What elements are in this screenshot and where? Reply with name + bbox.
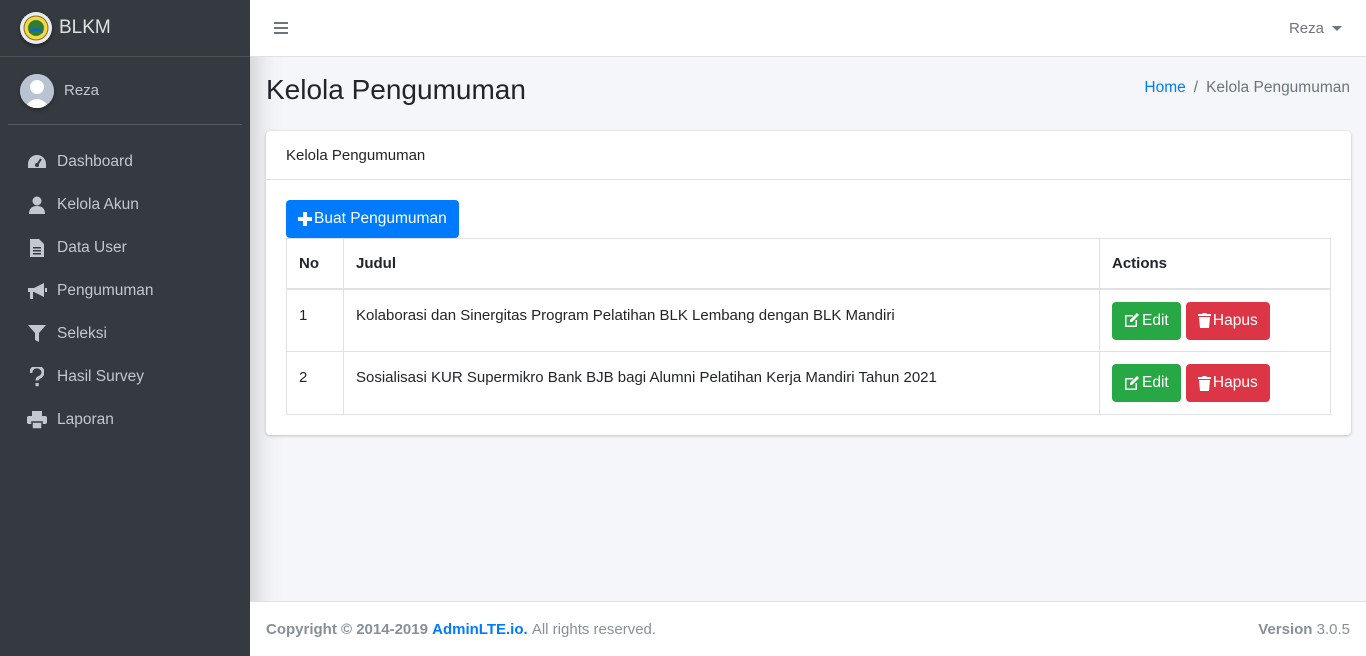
top-navbar: Reza xyxy=(250,0,1366,57)
announcement-card: Kelola Pengumuman Buat Pengumuman No Jud… xyxy=(266,131,1351,435)
sidebar-item-label: Kelola Akun xyxy=(57,195,139,213)
sidebar-item-hasil-survey[interactable]: Hasil Survey xyxy=(8,355,242,398)
bullhorn-icon xyxy=(26,281,48,301)
sidebar-nav: Dashboard Kelola Akun Data User Pengumum… xyxy=(0,140,250,441)
edit-label: Edit xyxy=(1142,374,1169,391)
trash-icon xyxy=(1197,313,1211,328)
column-header-judul: Judul xyxy=(343,238,1100,290)
table-row: 2 Sosialisasi KUR Supermikro Bank BJB ba… xyxy=(286,351,1331,415)
user-icon xyxy=(26,195,48,215)
page-title: Kelola Pengumuman xyxy=(266,74,526,105)
breadcrumb-current: Kelola Pengumuman xyxy=(1206,79,1350,96)
sidebar-item-label: Data User xyxy=(57,238,127,256)
edit-icon xyxy=(1125,375,1139,390)
sidebar-item-label: Hasil Survey xyxy=(57,367,144,385)
create-announcement-button[interactable]: Buat Pengumuman xyxy=(286,200,459,238)
brand-logo-icon xyxy=(20,12,52,44)
sidebar-user-name: Reza xyxy=(64,82,100,99)
cell-actions: Edit Hapus xyxy=(1099,288,1331,352)
table-row: 1 Kolaborasi dan Sinergitas Program Pela… xyxy=(286,288,1331,352)
table-header-row: No Judul Actions xyxy=(286,238,1331,290)
user-dropdown[interactable]: Reza xyxy=(1289,20,1342,37)
footer-version-number: 3.0.5 xyxy=(1316,620,1350,638)
edit-button[interactable]: Edit xyxy=(1112,301,1181,340)
delete-label: Hapus xyxy=(1212,311,1258,329)
user-dropdown-label: Reza xyxy=(1288,20,1324,37)
filter-icon xyxy=(26,324,48,344)
edit-icon xyxy=(1125,313,1139,327)
edit-button[interactable]: Edit xyxy=(1112,364,1181,402)
sidebar-item-data-user[interactable]: Data User xyxy=(8,226,242,269)
cell-judul: Sosialisasi KUR Supermikro Bank BJB bagi… xyxy=(343,351,1100,415)
footer-adminlte-link[interactable]: AdminLTE.io. xyxy=(432,621,528,638)
breadcrumb-separator: / xyxy=(1193,79,1199,96)
avatar xyxy=(20,73,54,108)
sidebar-item-label: Laporan xyxy=(57,410,114,428)
print-icon xyxy=(26,410,48,430)
create-announcement-label: Buat Pengumuman xyxy=(314,210,447,227)
footer: Copyright © 2014-2019 AdminLTE.io. All r… xyxy=(250,601,1366,656)
footer-version-label: Version xyxy=(1258,620,1313,638)
delete-label: Hapus xyxy=(1212,374,1258,391)
delete-button[interactable]: Hapus xyxy=(1185,364,1270,402)
file-icon xyxy=(26,238,48,258)
cell-no: 1 xyxy=(286,288,344,352)
menu-toggle-icon[interactable] xyxy=(274,22,288,34)
brand-link[interactable]: BLKM xyxy=(0,0,250,57)
sidebar-item-kelola-akun[interactable]: Kelola Akun xyxy=(8,183,242,226)
sidebar-item-label: Dashboard xyxy=(57,152,133,170)
sidebar-item-pengumuman[interactable]: Pengumuman xyxy=(8,269,242,312)
sidebar-item-seleksi[interactable]: Seleksi xyxy=(8,312,242,355)
brand-name: BLKM xyxy=(59,17,111,38)
column-header-no: No xyxy=(286,238,344,290)
user-panel[interactable]: Reza xyxy=(8,57,242,125)
announcement-table: No Judul Actions 1 Kolaborasi dan Sinerg… xyxy=(286,238,1331,415)
breadcrumb-home-link[interactable]: Home xyxy=(1144,79,1185,97)
footer-copyright: Copyright © 2014-2019 xyxy=(266,620,428,638)
cell-judul: Kolaborasi dan Sinergitas Program Pelati… xyxy=(343,288,1100,352)
breadcrumb: Home / Kelola Pengumuman xyxy=(1144,79,1350,97)
column-header-actions: Actions xyxy=(1099,238,1331,290)
sidebar-item-laporan[interactable]: Laporan xyxy=(8,398,242,441)
cell-no: 2 xyxy=(286,351,344,415)
question-icon xyxy=(26,366,48,387)
sidebar-item-label: Seleksi xyxy=(57,324,107,342)
delete-button[interactable]: Hapus xyxy=(1185,301,1270,340)
edit-label: Edit xyxy=(1142,311,1169,329)
footer-version: Version 3.0.5 xyxy=(1258,621,1350,638)
plus-icon xyxy=(298,212,312,226)
footer-rights: All rights reserved. xyxy=(531,620,657,638)
trash-icon xyxy=(1197,375,1211,391)
sidebar-item-dashboard[interactable]: Dashboard xyxy=(8,140,242,183)
card-title: Kelola Pengumuman xyxy=(266,131,1351,180)
caret-down-icon xyxy=(1332,26,1342,31)
cell-actions: Edit Hapus xyxy=(1099,351,1331,415)
tachometer-icon xyxy=(26,152,48,172)
sidebar-item-label: Pengumuman xyxy=(57,281,154,299)
sidebar: BLKM Reza Dashboard Kelola Akun Data Use… xyxy=(0,0,250,656)
